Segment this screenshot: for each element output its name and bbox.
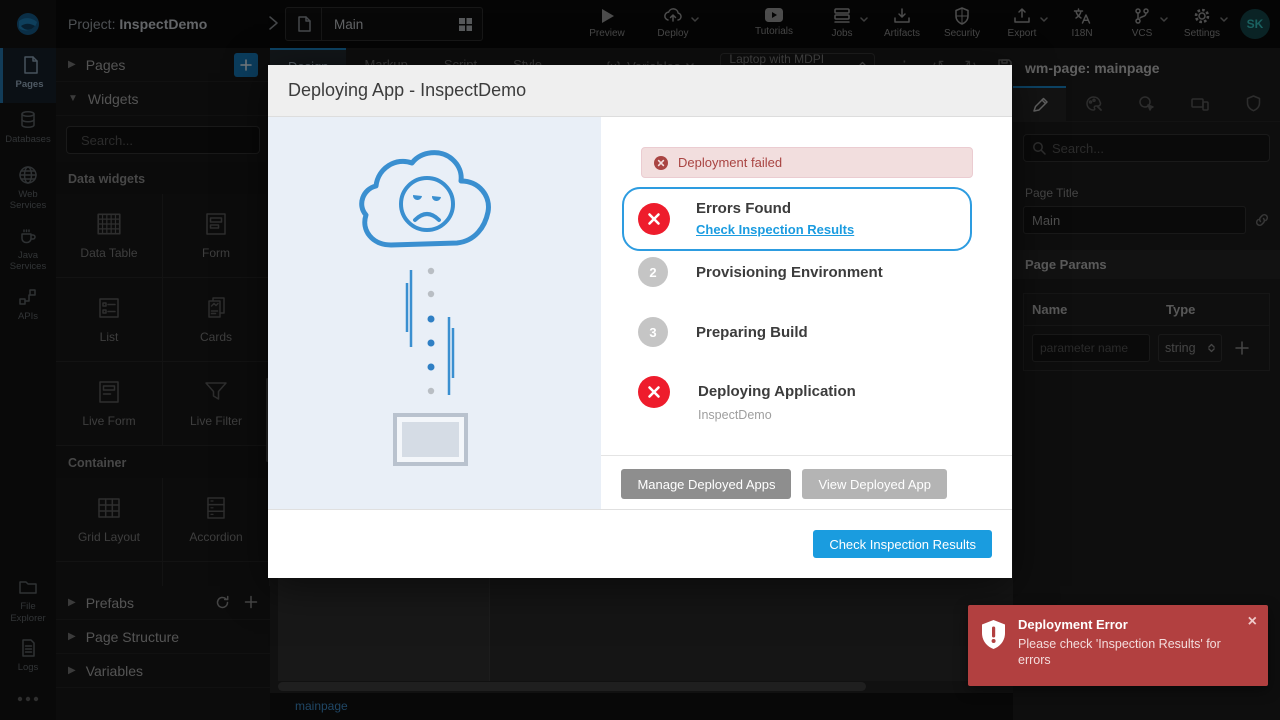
step-error-icon bbox=[638, 376, 670, 408]
deployment-error-toast: Deployment Error Please check 'Inspectio… bbox=[968, 605, 1268, 686]
steps-footer-divider bbox=[601, 455, 1012, 456]
error-banner-text: Deployment failed bbox=[678, 155, 782, 170]
step-provisioning: 2 Provisioning Environment bbox=[638, 257, 883, 287]
modal-title: Deploying App - InspectDemo bbox=[288, 80, 526, 101]
deploy-modal: Deploying App - InspectDemo bbox=[268, 65, 1012, 578]
sad-cloud-icon bbox=[354, 147, 509, 257]
step-title: Deploying Application bbox=[698, 376, 856, 408]
modal-footer: Check Inspection Results bbox=[268, 509, 1012, 578]
step-deploying-application: Deploying Application InspectDemo bbox=[638, 376, 856, 422]
deploy-steps-pane: Deployment failed Errors Found Check Ins… bbox=[601, 117, 1012, 509]
step-error-icon bbox=[638, 203, 670, 235]
manage-deployed-apps-button[interactable]: Manage Deployed Apps bbox=[621, 469, 791, 499]
monitor-illustration bbox=[393, 413, 468, 466]
toast-message: Please check 'Inspection Results' for er… bbox=[1018, 636, 1228, 669]
step-title: Preparing Build bbox=[696, 324, 808, 341]
deploy-illustration bbox=[268, 117, 601, 509]
wavemaker-studio: Project: InspectDemo Main Preview Deploy bbox=[0, 0, 1280, 720]
toast-title: Deployment Error bbox=[1018, 617, 1256, 632]
step-number: 2 bbox=[638, 257, 668, 287]
check-inspection-results-button[interactable]: Check Inspection Results bbox=[813, 530, 992, 558]
toast-close-icon[interactable]: × bbox=[1248, 613, 1257, 631]
step-title: Provisioning Environment bbox=[696, 264, 883, 281]
step-preparing-build: 3 Preparing Build bbox=[638, 317, 808, 347]
rain-dots-icon bbox=[398, 265, 468, 405]
error-circle-icon bbox=[654, 156, 668, 170]
check-inspection-link[interactable]: Check Inspection Results bbox=[696, 222, 854, 237]
step-number: 3 bbox=[638, 317, 668, 347]
shield-alert-icon bbox=[980, 619, 1007, 650]
step-title: Errors Found bbox=[696, 200, 854, 217]
step-errors-found: Errors Found Check Inspection Results bbox=[622, 187, 972, 251]
view-deployed-app-button[interactable]: View Deployed App bbox=[802, 469, 947, 499]
step-subtitle: InspectDemo bbox=[698, 408, 856, 422]
error-banner: Deployment failed bbox=[641, 147, 973, 178]
modal-header: Deploying App - InspectDemo bbox=[268, 65, 1012, 117]
